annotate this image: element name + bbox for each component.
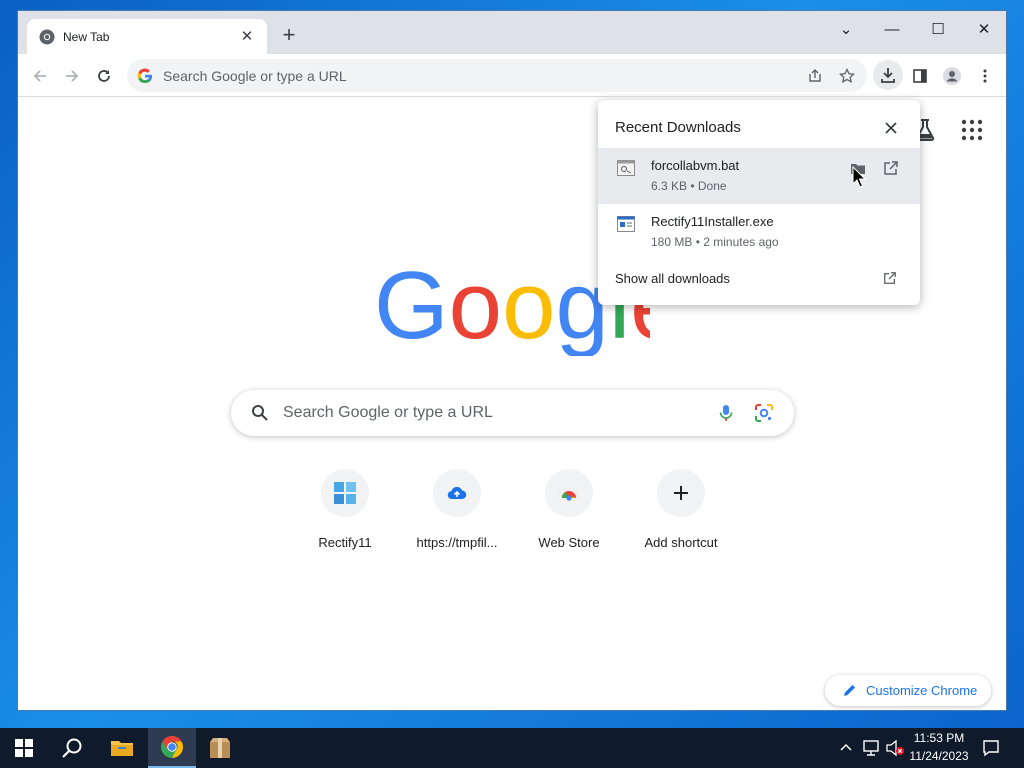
tab-title: New Tab — [63, 29, 110, 44]
search-icon — [62, 738, 82, 758]
more-vert-icon — [983, 69, 987, 83]
download-filename: Rectify11Installer.exe — [651, 214, 774, 229]
shortcut-rectify11[interactable]: Rectify11 — [289, 469, 401, 550]
new-tab-button[interactable]: + — [277, 24, 301, 48]
download-icon — [881, 68, 895, 83]
side-panel-icon — [913, 69, 927, 83]
shortcut-icon-circle — [433, 469, 481, 517]
shortcut-web-store[interactable]: Web Store — [513, 469, 625, 550]
downloads-button[interactable] — [873, 60, 903, 90]
ntp-search-box[interactable]: Search Google or type a URL — [231, 390, 794, 436]
tab-close-icon[interactable]: ✕ — [239, 28, 255, 45]
notifications-icon[interactable] — [982, 739, 1000, 757]
download-status: 6.3 KB • Done — [651, 179, 727, 193]
maximize-button[interactable]: ☐ — [918, 15, 958, 45]
toolbar: Search Google or type a URL — [18, 54, 1006, 97]
volume-muted-icon[interactable] — [885, 739, 905, 757]
windows-logo-icon — [334, 482, 356, 504]
taskbar-search-button[interactable] — [48, 728, 96, 768]
chrome-icon — [39, 29, 55, 44]
start-button[interactable] — [0, 728, 48, 768]
close-icon[interactable] — [881, 118, 901, 138]
open-in-new-icon[interactable] — [883, 271, 897, 285]
add-shortcut-button[interactable]: Add shortcut — [625, 469, 737, 550]
open-in-new-icon[interactable] — [883, 160, 899, 176]
star-icon[interactable] — [839, 67, 855, 84]
windows-start-icon — [15, 739, 33, 757]
share-icon[interactable] — [807, 68, 823, 84]
folder-icon — [111, 741, 133, 756]
shortcut-icon-circle — [321, 469, 369, 517]
clock-date[interactable]: 11/24/2023 — [906, 749, 972, 763]
arrow-right-icon — [66, 70, 79, 82]
downloads-header: Recent Downloads — [615, 119, 741, 136]
omnibox-placeholder: Search Google or type a URL — [163, 67, 347, 84]
shortcut-icon-circle — [657, 469, 705, 517]
shortcut-label: https://tmpfil... — [416, 535, 498, 550]
taskbar-file-explorer[interactable] — [98, 728, 146, 768]
close-window-button[interactable]: ✕ — [964, 15, 1004, 45]
profile-icon — [943, 67, 961, 85]
exe-file-icon — [617, 216, 635, 232]
shortcut-label: Rectify11 — [318, 535, 372, 550]
tab-search-button[interactable]: ⌄ — [826, 15, 866, 45]
shortcut-label: Web Store — [538, 535, 600, 550]
chrome-icon — [161, 736, 183, 758]
customize-chrome-button[interactable]: Customize Chrome — [825, 675, 991, 706]
google-lens-icon[interactable] — [754, 403, 774, 423]
shortcut-tmpfiles[interactable]: https://tmpfil... — [401, 469, 513, 550]
network-icon[interactable] — [862, 739, 880, 757]
package-icon — [210, 738, 230, 758]
forward-button[interactable] — [58, 62, 86, 90]
bat-file-icon — [617, 160, 635, 176]
taskbar-package-app[interactable] — [196, 728, 244, 768]
ntp-search-placeholder: Search Google or type a URL — [283, 404, 493, 421]
customize-chrome-label: Customize Chrome — [866, 683, 978, 698]
taskbar-chrome[interactable] — [148, 728, 196, 768]
profile-button[interactable] — [938, 62, 966, 90]
side-panel-button[interactable] — [906, 62, 934, 90]
reload-icon — [98, 70, 110, 82]
download-item[interactable]: Rectify11Installer.exe 180 MB • 2 minute… — [598, 204, 920, 260]
clock-time[interactable]: 11:53 PM — [910, 731, 968, 745]
tab-strip: New Tab ✕ + ⌄ — ☐ ✕ — [18, 11, 1006, 54]
chrome-window: New Tab ✕ + ⌄ — ☐ ✕ Search Google or typ… — [17, 10, 1007, 711]
downloads-bubble: Recent Downloads forcollabvm.bat 6.3 KB … — [598, 100, 920, 305]
download-status: 180 MB • 2 minutes ago — [651, 235, 779, 249]
search-icon — [252, 405, 268, 421]
minimize-button[interactable]: — — [872, 15, 912, 45]
web-store-icon — [559, 489, 579, 501]
cloud-upload-icon — [447, 486, 467, 500]
microphone-icon[interactable] — [716, 403, 736, 423]
google-g-icon — [137, 68, 152, 83]
back-button[interactable] — [26, 62, 54, 90]
taskbar: 11:53 PM 11/24/2023 — [0, 728, 1024, 768]
google-apps-icon[interactable] — [960, 118, 984, 142]
download-filename: forcollabvm.bat — [651, 158, 740, 173]
download-item[interactable]: forcollabvm.bat 6.3 KB • Done — [598, 148, 920, 204]
mouse-cursor-icon — [852, 166, 866, 188]
omnibox[interactable]: Search Google or type a URL — [127, 59, 867, 92]
shortcut-icon-circle — [545, 469, 593, 517]
chevron-up-icon[interactable] — [839, 741, 853, 755]
pencil-icon — [844, 685, 855, 696]
shortcut-label: Add shortcut — [644, 535, 718, 550]
reload-button[interactable] — [90, 62, 118, 90]
arrow-left-icon — [33, 70, 46, 82]
menu-button[interactable] — [971, 62, 999, 90]
plus-icon — [674, 486, 688, 500]
show-all-downloads-link[interactable]: Show all downloads — [615, 271, 730, 286]
tab-new-tab[interactable]: New Tab ✕ — [27, 19, 267, 54]
